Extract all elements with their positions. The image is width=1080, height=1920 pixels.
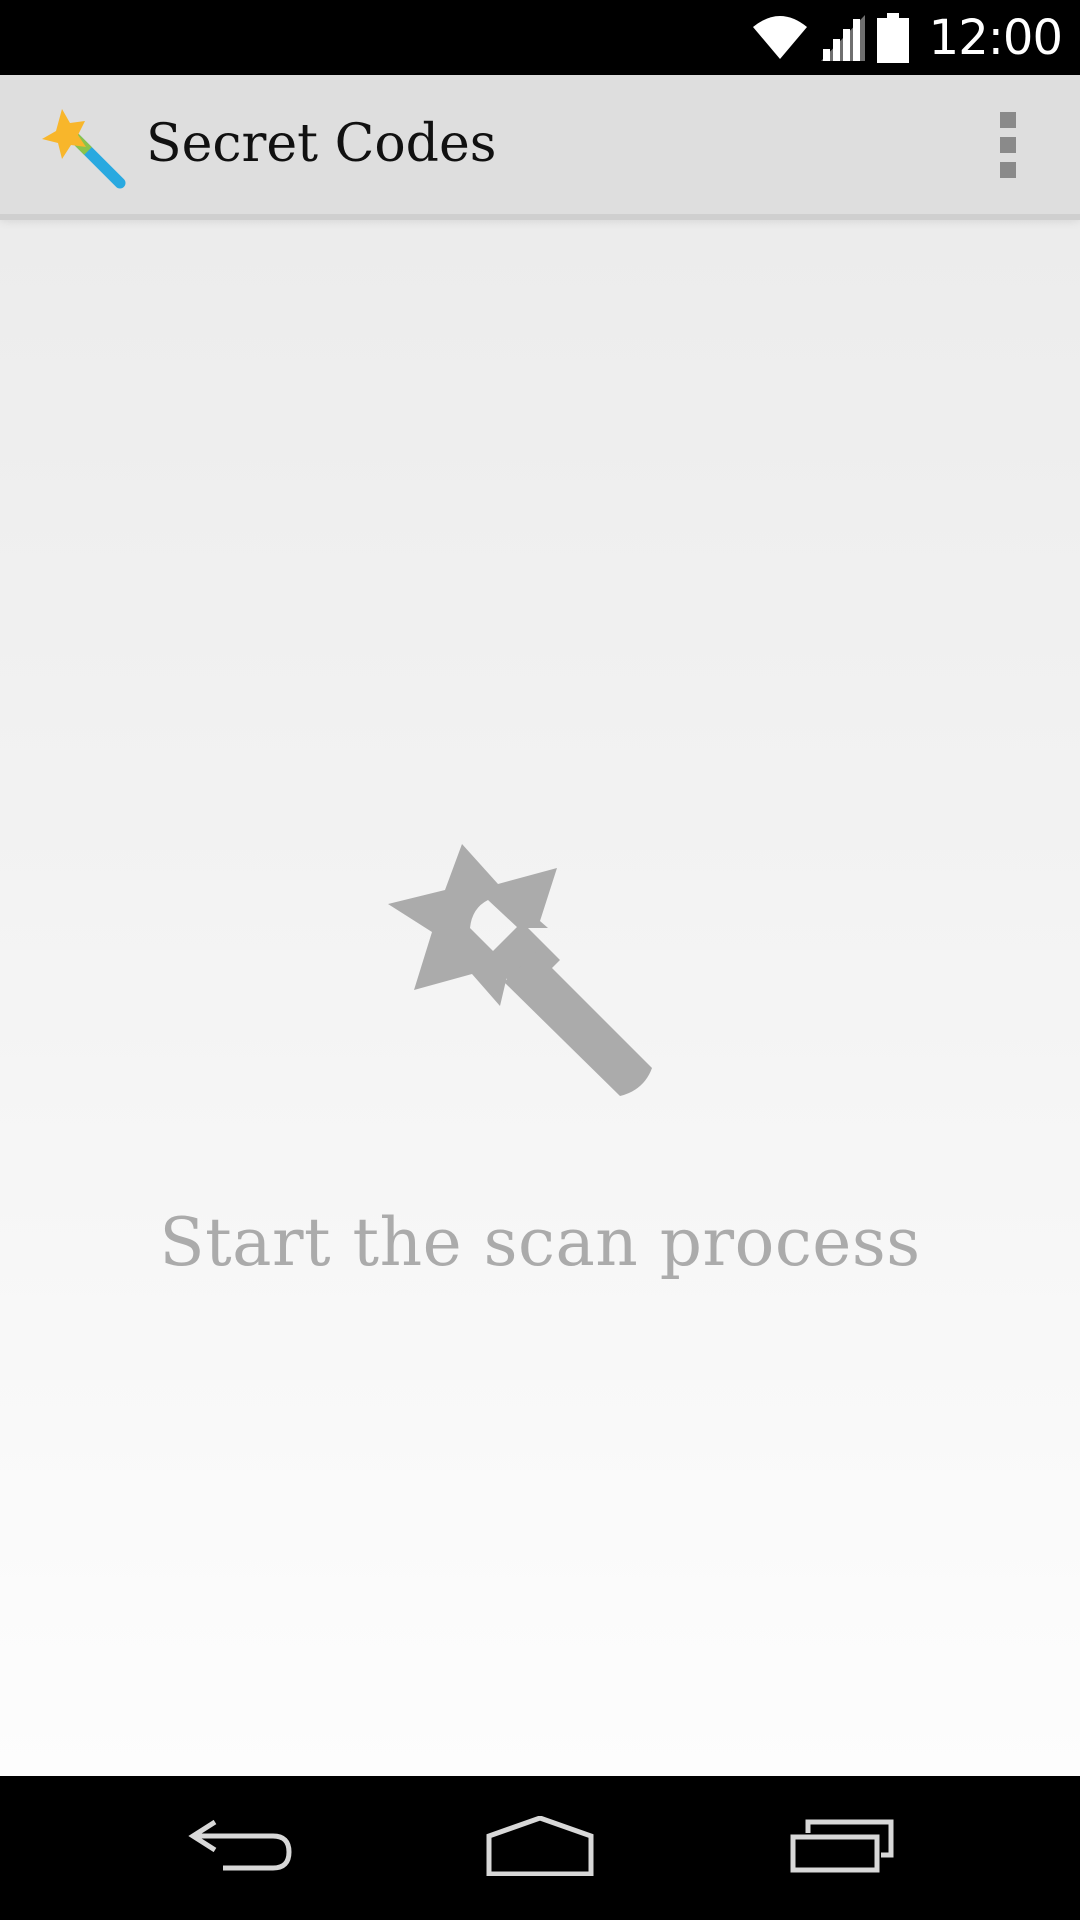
overflow-dot — [1000, 137, 1016, 153]
start-scan-area[interactable]: Start the scan process — [0, 214, 1080, 1776]
recents-icon — [790, 1819, 894, 1878]
action-bar: Secret Codes — [0, 75, 1080, 220]
status-bar: 12:00 — [0, 0, 1080, 75]
navigation-bar — [0, 1776, 1080, 1920]
status-clock: 12:00 — [928, 9, 1063, 66]
cell-signal-icon — [820, 14, 865, 61]
overflow-dot — [1000, 112, 1016, 128]
magic-wand-icon[interactable] — [42, 105, 126, 189]
main-content: Start the scan process — [0, 214, 1080, 1776]
back-icon — [187, 1818, 293, 1879]
recents-button[interactable] — [762, 1798, 922, 1898]
home-icon — [485, 1814, 595, 1881]
overflow-dot — [1000, 162, 1016, 178]
magic-wand-icon — [380, 844, 700, 1164]
screen: 12:00 Secret Codes Start the scan proces… — [0, 0, 1080, 1920]
overflow-menu-icon[interactable] — [978, 112, 1038, 178]
app-title: Secret Codes — [146, 114, 497, 174]
status-icons: 12:00 — [751, 0, 1063, 75]
home-button[interactable] — [460, 1798, 620, 1898]
battery-icon — [876, 12, 909, 63]
back-button[interactable] — [160, 1798, 320, 1898]
wifi-icon — [751, 15, 809, 61]
empty-state-text: Start the scan process — [159, 1204, 921, 1281]
